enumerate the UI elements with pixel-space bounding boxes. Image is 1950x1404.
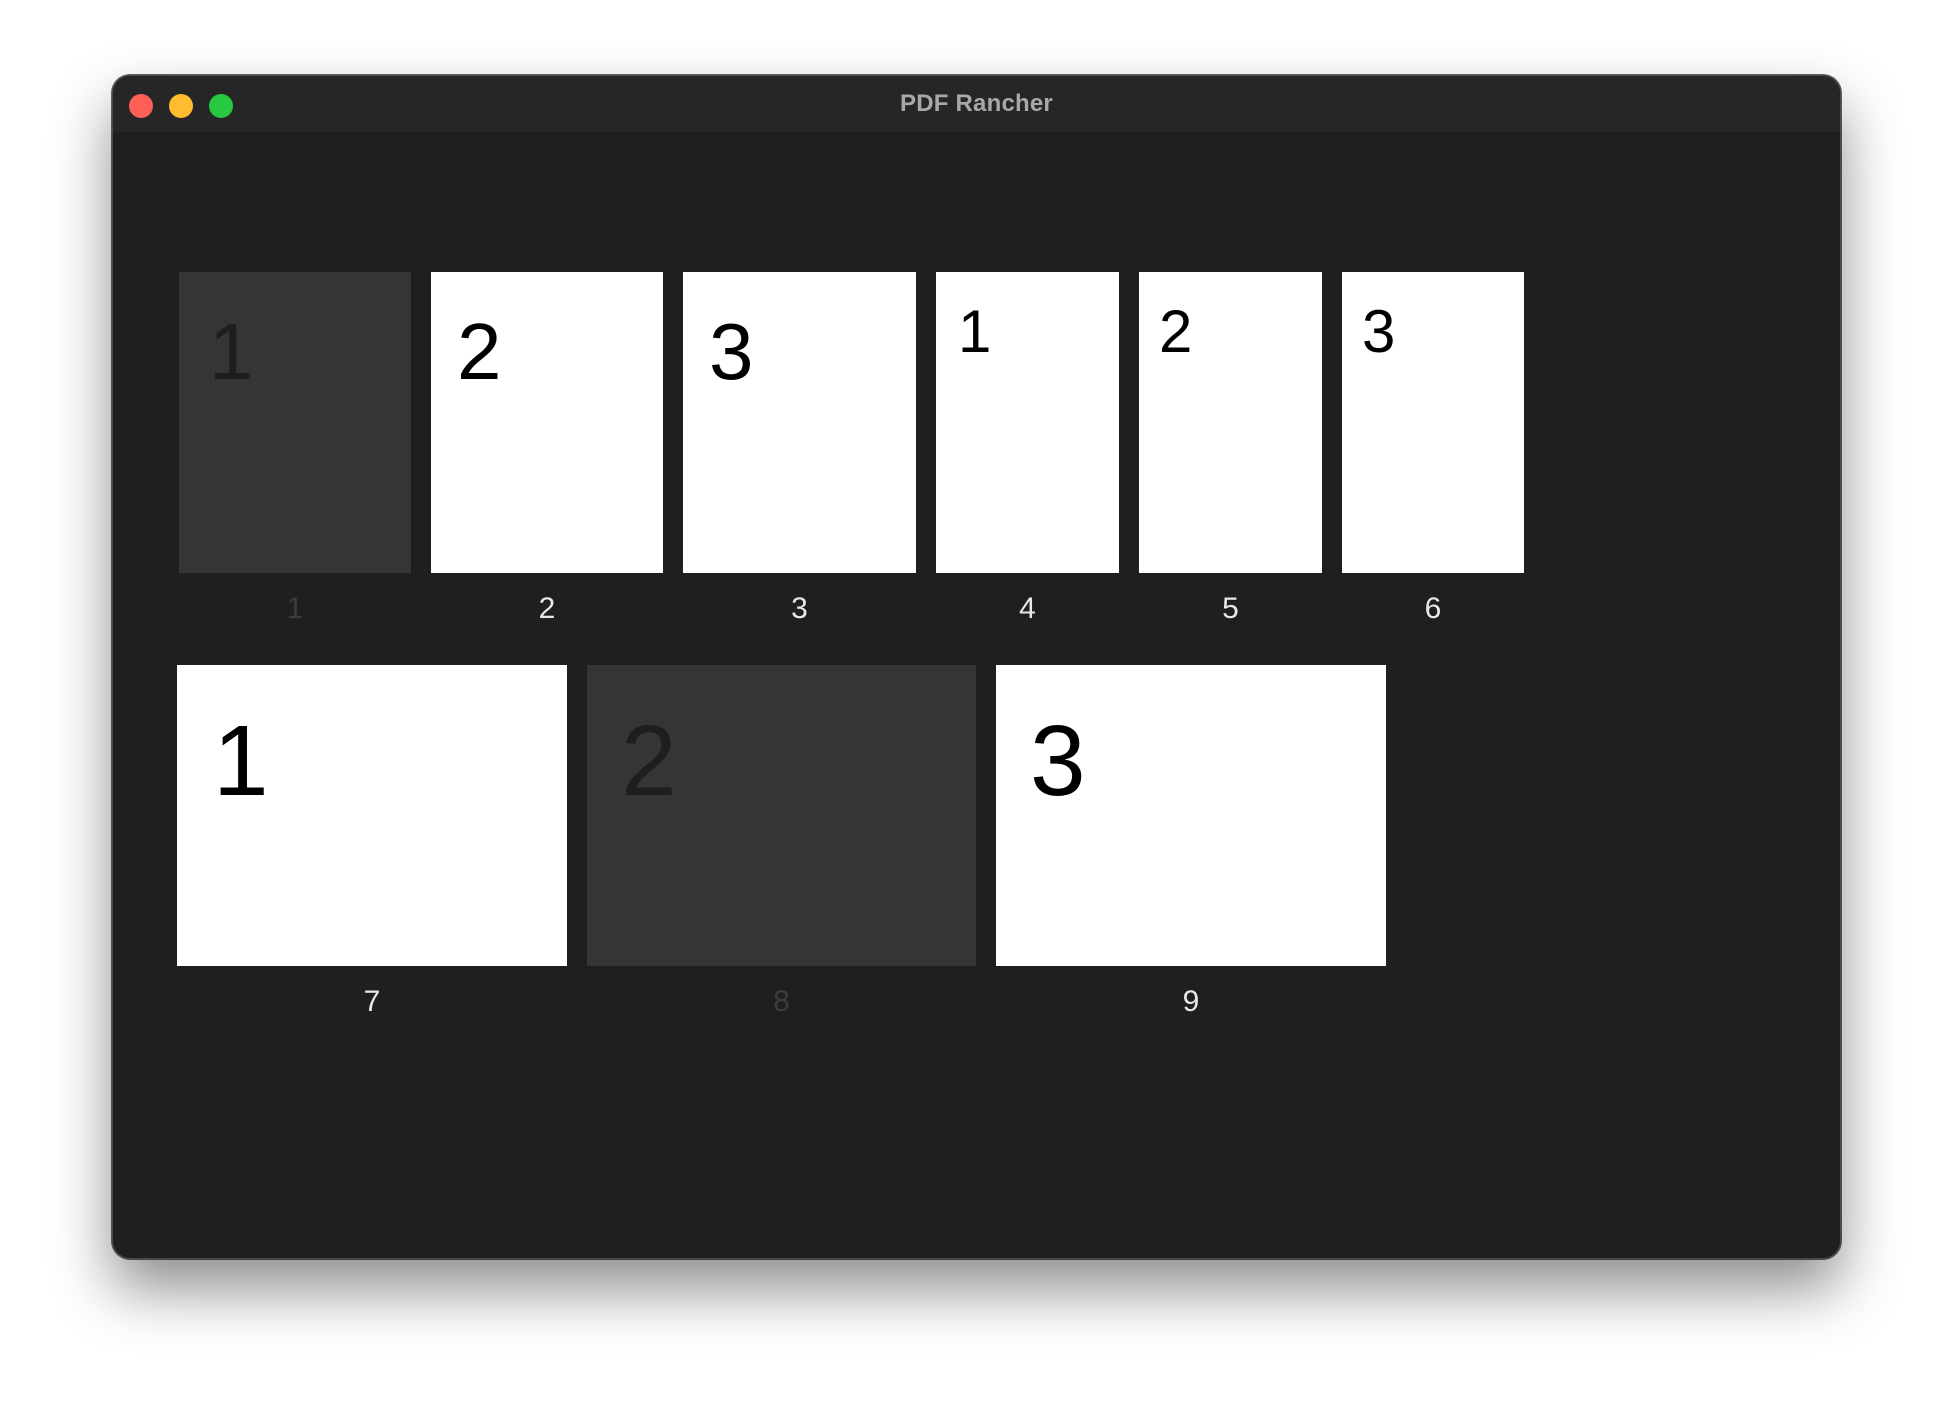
page-number-label: 5 [1222,592,1239,625]
page-thumbnail[interactable]: 1 [936,272,1119,573]
page-number-label: 4 [1019,592,1036,625]
page-number-label: 9 [1182,985,1200,1018]
page-thumbnail[interactable]: 1 [177,665,567,966]
window-title: PDF Rancher [900,90,1053,117]
page-content-number: 1 [958,298,992,365]
page-number-label: 1 [286,592,304,625]
page-grid: 1 1 2 2 3 3 1 4 2 5 3 6 1 7 2 8 3 9 [113,132,1840,1258]
page-thumbnail[interactable]: 2 [431,272,663,573]
page-content-number: 2 [457,307,502,396]
page-thumbnail[interactable]: 2 [587,665,976,966]
page-content-number: 3 [1030,705,1086,817]
app-window: PDF Rancher 1 1 2 2 3 3 1 4 2 5 3 6 1 7 … [112,75,1841,1259]
page-number-label: 3 [791,592,808,625]
page-thumbnail[interactable]: 3 [996,665,1386,966]
page-number-label: 7 [363,985,381,1018]
page-thumbnail[interactable]: 3 [683,272,916,573]
page-thumbnail[interactable]: 2 [1139,272,1322,573]
page-content-number: 1 [209,307,254,396]
page-content-number: 2 [621,705,677,817]
page-content-number: 2 [1159,298,1193,365]
page-content-number: 1 [213,705,269,817]
page-content-number: 3 [709,307,754,396]
page-number-label: 2 [538,592,556,625]
page-number-label: 6 [1424,592,1442,625]
page-thumbnail[interactable]: 1 [179,272,411,573]
page-content-number: 3 [1362,298,1396,365]
page-number-label: 8 [773,985,790,1018]
title-bar[interactable]: PDF Rancher [113,76,1840,132]
page-thumbnail[interactable]: 3 [1342,272,1524,573]
